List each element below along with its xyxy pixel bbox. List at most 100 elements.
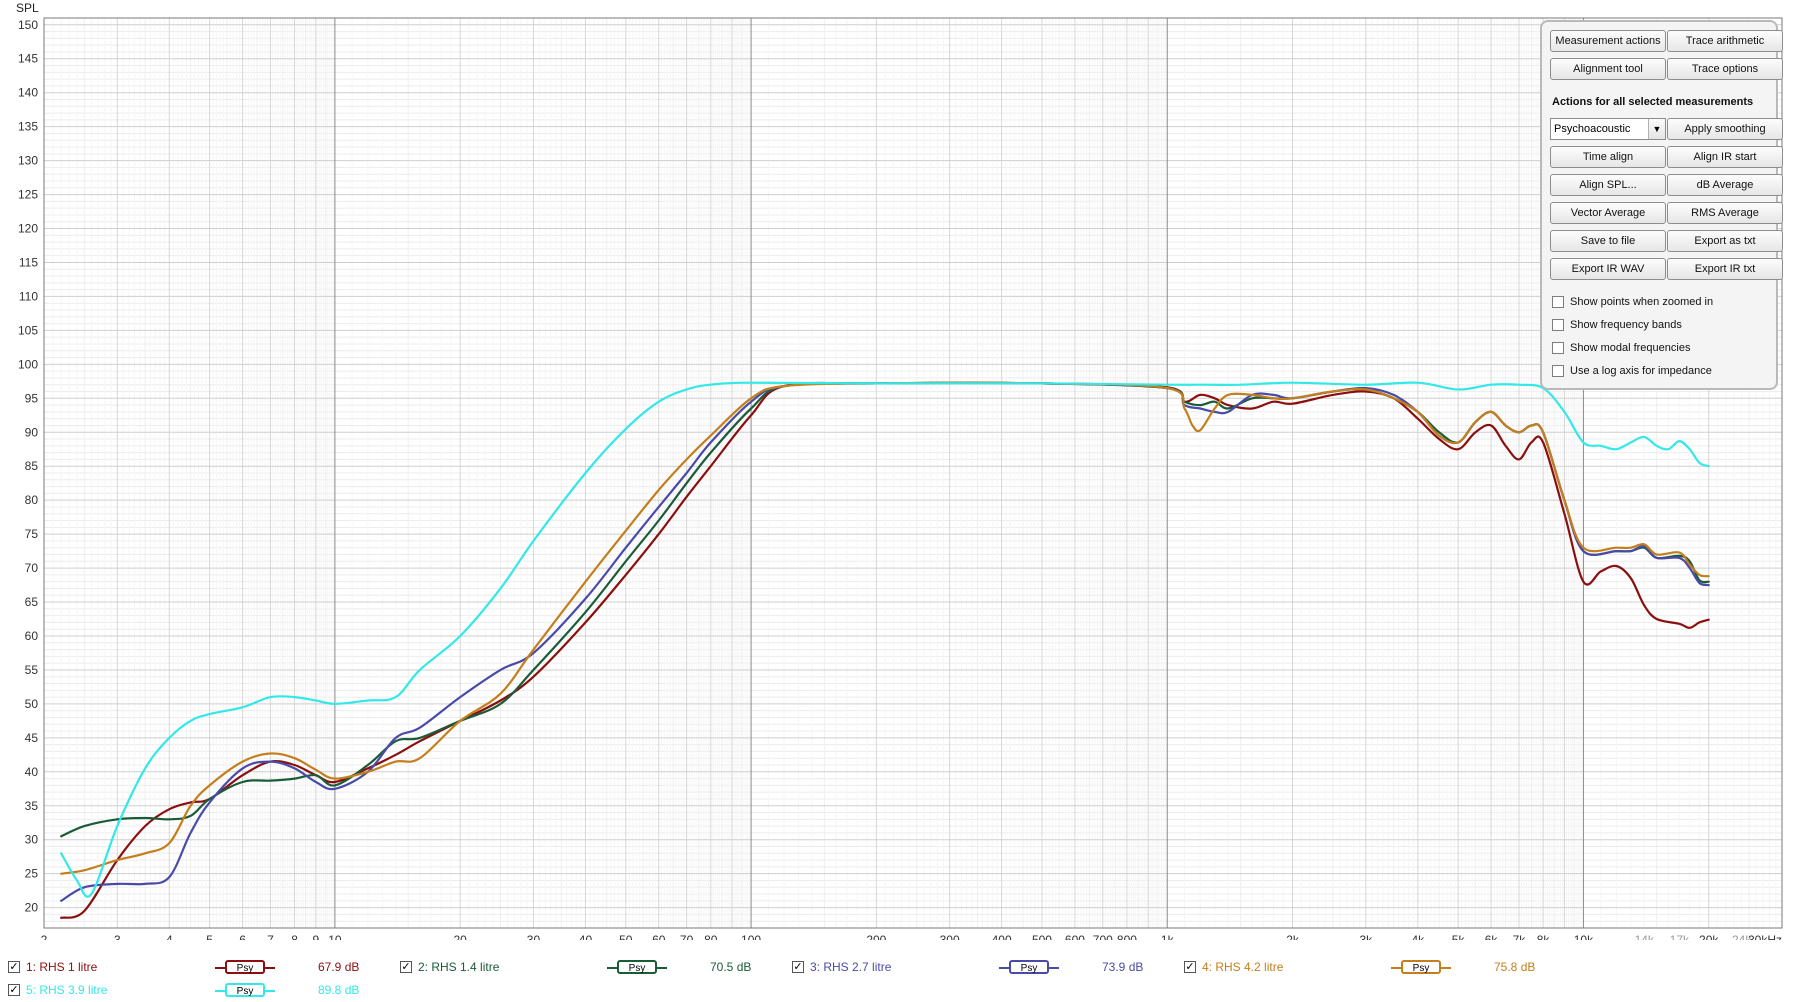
chevron-down-icon[interactable]: ▼ — [1648, 119, 1665, 139]
legend-item-2[interactable]: ✓ 2: RHS 1.4 litre Psy 70.5 dB — [392, 959, 792, 977]
x-tick-label: 30 — [527, 933, 541, 940]
smoothing-badge[interactable]: Psy — [225, 960, 265, 974]
y-tick-label: 20 — [25, 901, 39, 915]
y-tick-label: 65 — [25, 595, 39, 609]
show-frequency-bands-checkbox[interactable]: Show frequency bands — [1552, 319, 1682, 335]
legend-checkbox[interactable]: ✓ — [400, 961, 412, 973]
trace-arithmetic-button[interactable]: Trace arithmetic — [1667, 30, 1783, 52]
y-tick-label: 25 — [25, 867, 39, 881]
legend-checkbox[interactable]: ✓ — [8, 961, 20, 973]
save-to-file-button[interactable]: Save to file — [1550, 230, 1666, 252]
y-tick-label: 70 — [25, 561, 39, 575]
measurement-actions-panel: Measurement actions Trace arithmetic Ali… — [1540, 20, 1783, 390]
x-tick-label: 2 — [41, 933, 48, 940]
db-average-button[interactable]: dB Average — [1667, 174, 1783, 196]
checkbox-box[interactable] — [1552, 319, 1564, 332]
x-tick-label: 60 — [652, 933, 666, 940]
legend-label[interactable]: 3: RHS 2.7 litre — [810, 960, 891, 974]
x-tick-label: 100 — [741, 933, 761, 940]
x-axis-ticks: 2 3 4 5 6 7 8 9 10 20 30 40 50 60 70 80 100 200 300 400 500 6… — [41, 933, 1782, 940]
checkbox-box[interactable] — [1552, 365, 1564, 378]
export-ir-txt-button[interactable]: Export IR txt — [1667, 258, 1783, 280]
smoothing-badge[interactable]: Psy — [1401, 960, 1441, 974]
x-tick-label: 2k — [1286, 933, 1300, 940]
apply-smoothing-button[interactable]: Apply smoothing — [1667, 118, 1783, 140]
checkbox-label: Show frequency bands — [1570, 319, 1682, 332]
y-tick-label: 85 — [25, 459, 39, 473]
smoothing-badge[interactable]: Psy — [225, 983, 265, 997]
show-points-checkbox[interactable]: Show points when zoomed in — [1552, 296, 1713, 312]
y-tick-label: 125 — [18, 188, 38, 202]
x-tick-label: 1k — [1161, 933, 1175, 940]
legend-item-4[interactable]: ✓ 4: RHS 4.2 litre Psy 75.8 dB — [1176, 959, 1576, 977]
export-as-txt-button[interactable]: Export as txt — [1667, 230, 1783, 252]
time-align-button[interactable]: Time align — [1550, 146, 1666, 168]
y-tick-label: 145 — [18, 52, 38, 66]
x-tick-label: 40 — [579, 933, 593, 940]
x-tick-label: 70 — [680, 933, 694, 940]
legend-item-3[interactable]: ✓ 3: RHS 2.7 litre Psy 73.9 dB — [784, 959, 1184, 977]
legend-label[interactable]: 1: RHS 1 litre — [26, 960, 97, 974]
y-tick-label: 115 — [19, 255, 38, 269]
y-tick-label: 80 — [25, 493, 39, 507]
y-tick-label: 95 — [25, 391, 39, 405]
legend-label[interactable]: 2: RHS 1.4 litre — [418, 960, 499, 974]
smoothing-select-value: Psychoacoustic — [1554, 123, 1631, 135]
legend-level: 75.8 dB — [1494, 960, 1536, 974]
y-tick-label: 60 — [25, 629, 39, 643]
legend-checkbox[interactable]: ✓ — [1184, 961, 1196, 973]
legend-item-5[interactable]: ✓ 5: RHS 3.9 litre Psy 89.8 dB — [0, 982, 400, 1000]
x-tick-label: 10k — [1574, 933, 1594, 940]
legend-label[interactable]: 5: RHS 3.9 litre — [26, 983, 107, 997]
y-axis-ticks: 20 25 30 35 40 45 50 55 60 65 70 75 80 85 90 95 100 105 11… — [18, 18, 38, 915]
rms-average-button[interactable]: RMS Average — [1667, 202, 1783, 224]
y-tick-label: 130 — [18, 154, 38, 168]
legend-level: 73.9 dB — [1102, 960, 1144, 974]
x-tick-label: 20k — [1699, 933, 1719, 940]
x-tick-label: 500 — [1032, 933, 1052, 940]
align-spl-button[interactable]: Align SPL... — [1550, 174, 1666, 196]
show-modal-frequencies-checkbox[interactable]: Show modal frequencies — [1552, 342, 1690, 358]
x-tick-label: 400 — [992, 933, 1012, 940]
trace-options-button[interactable]: Trace options — [1667, 58, 1783, 80]
x-tick-label: 50 — [619, 933, 633, 940]
checkbox-label: Show modal frequencies — [1570, 342, 1691, 355]
y-tick-label: 45 — [25, 731, 39, 745]
legend-level: 70.5 dB — [710, 960, 752, 974]
legend-checkbox[interactable]: ✓ — [8, 984, 20, 996]
smoothing-badge[interactable]: Psy — [1009, 960, 1049, 974]
measurement-actions-button[interactable]: Measurement actions — [1550, 30, 1666, 52]
x-tick-label: 3k — [1359, 933, 1373, 940]
smoothing-badge[interactable]: Psy — [617, 960, 657, 974]
x-tick-label: 700 — [1093, 933, 1113, 940]
x-tick-label: 300 — [940, 933, 960, 940]
minor-gridlines — [43, 17, 1783, 929]
y-tick-label: 120 — [18, 222, 38, 236]
export-ir-wav-button[interactable]: Export IR WAV — [1550, 258, 1666, 280]
checkbox-box[interactable] — [1552, 342, 1564, 355]
align-ir-start-button[interactable]: Align IR start — [1667, 146, 1783, 168]
y-axis-label: SPL — [16, 1, 39, 15]
x-tick-label: 30kHz — [1748, 933, 1782, 940]
legend-item-1[interactable]: ✓ 1: RHS 1 litre Psy 67.9 dB — [0, 959, 400, 977]
log-axis-impedance-checkbox[interactable]: Use a log axis for impedance — [1552, 365, 1712, 381]
smoothing-select[interactable]: Psychoacoustic ▼ — [1550, 118, 1666, 140]
alignment-tool-button[interactable]: Alignment tool — [1550, 58, 1666, 80]
x-tick-label: 4 — [166, 933, 173, 940]
x-tick-label: 7 — [267, 933, 274, 940]
x-tick-label: 6 — [239, 933, 246, 940]
x-tick-label: 10 — [328, 933, 342, 940]
y-tick-label: 30 — [25, 833, 39, 847]
y-tick-label: 50 — [25, 697, 39, 711]
x-tick-label: 80 — [704, 933, 718, 940]
checkbox-box[interactable] — [1552, 296, 1564, 309]
x-tick-label: 8 — [291, 933, 298, 940]
y-tick-label: 40 — [25, 765, 39, 779]
legend-checkbox[interactable]: ✓ — [792, 961, 804, 973]
x-tick-label: 200 — [866, 933, 886, 940]
y-tick-label: 55 — [25, 663, 39, 677]
legend-label[interactable]: 4: RHS 4.2 litre — [1202, 960, 1283, 974]
frequency-response-chart[interactable]: 2025303540455055606570758085909510010511… — [0, 0, 1800, 940]
checkbox-label: Show points when zoomed in — [1570, 296, 1714, 309]
vector-average-button[interactable]: Vector Average — [1550, 202, 1666, 224]
